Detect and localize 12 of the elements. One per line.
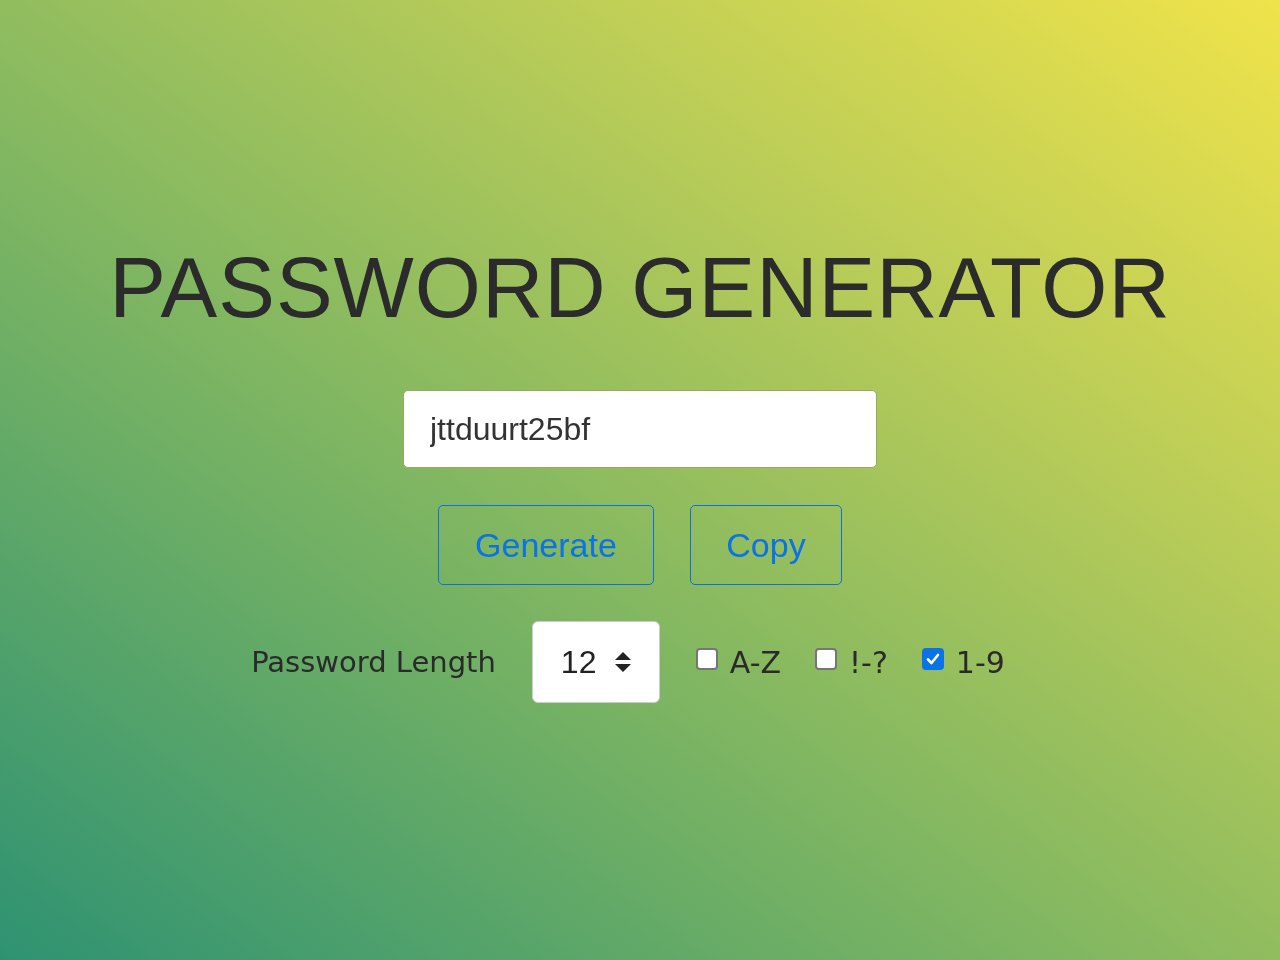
- checkbox[interactable]: [695, 648, 718, 670]
- length-label: Password Length: [251, 645, 496, 679]
- checkbox[interactable]: [815, 648, 838, 670]
- length-field[interactable]: 12: [531, 621, 660, 703]
- spinner-icon[interactable]: [614, 650, 633, 674]
- password-field[interactable]: jttduurt25bf: [403, 390, 877, 468]
- check-icon: [924, 651, 941, 667]
- checkbox-label: A-Z: [729, 644, 782, 680]
- checkbox-label: 1-9: [955, 644, 1005, 680]
- checkbox-label: !-?: [849, 644, 888, 680]
- checkbox[interactable]: [921, 648, 944, 670]
- page-title: PASSWORD GENERATOR: [109, 239, 1171, 337]
